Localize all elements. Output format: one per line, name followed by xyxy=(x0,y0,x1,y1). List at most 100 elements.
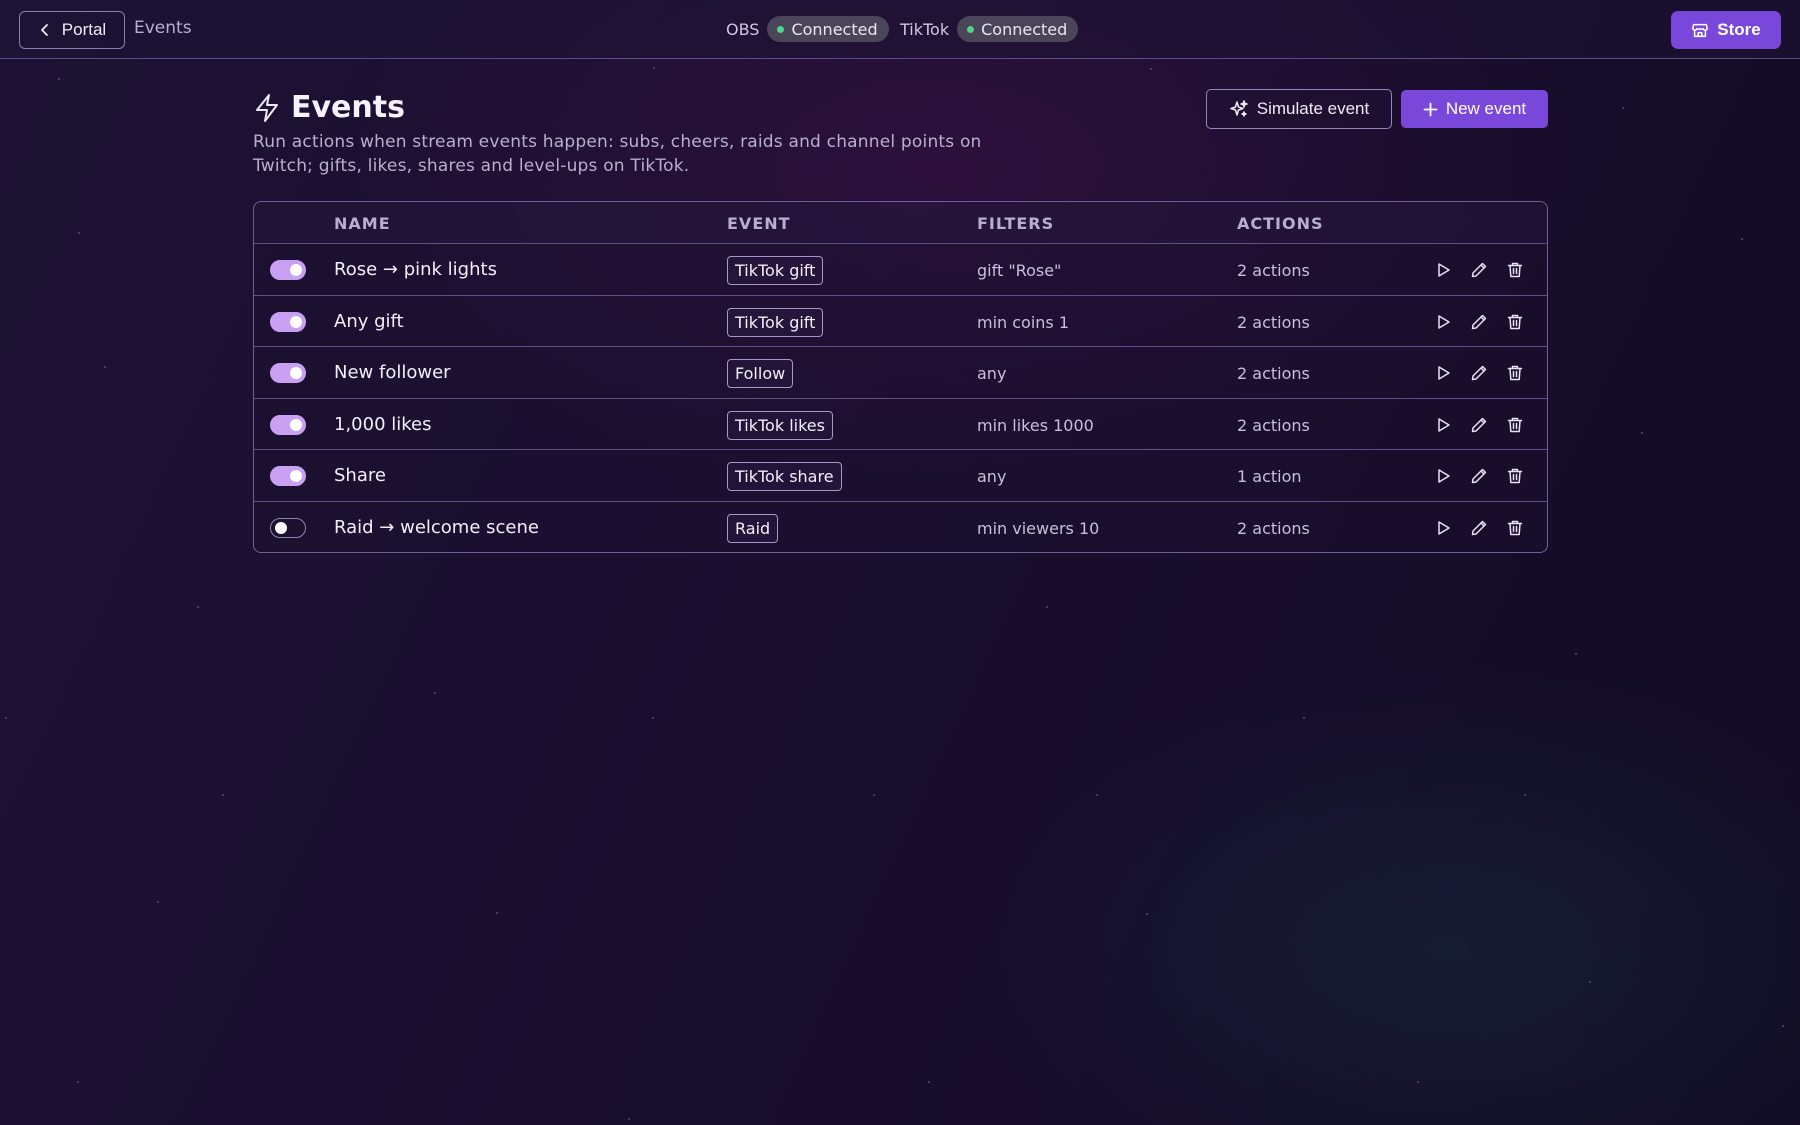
column-header-actions: ACTIONS xyxy=(1237,214,1324,233)
delete-button[interactable] xyxy=(1504,465,1526,487)
pencil-icon xyxy=(1471,314,1487,329)
page-subtitle: Run actions when stream events happen: s… xyxy=(253,132,982,176)
event-name: 1,000 likes xyxy=(334,413,432,435)
portal-back-label: Portal xyxy=(61,20,107,39)
action-count: 2 actions xyxy=(1237,518,1310,538)
new-event-label: New event xyxy=(1445,99,1527,118)
obs-status: OBS Connected xyxy=(726,16,889,42)
event-filter: min coins 1 xyxy=(977,312,1070,332)
enabled-toggle[interactable] xyxy=(270,466,306,487)
play-icon xyxy=(1438,521,1450,535)
run-button[interactable] xyxy=(1432,517,1454,539)
breadcrumb-current: Events xyxy=(134,18,192,38)
status-dot-icon xyxy=(777,25,785,33)
table-row: Any gift TikTok gift min coins 1 2 actio… xyxy=(254,296,1547,348)
toggle-knob xyxy=(290,264,302,276)
toggle-knob xyxy=(275,521,287,534)
delete-button[interactable] xyxy=(1504,259,1526,281)
obs-status-badge: Connected xyxy=(767,16,889,42)
portal-back-button[interactable]: Portal xyxy=(19,11,125,49)
plus-icon xyxy=(1423,102,1438,116)
chevron-left-icon xyxy=(40,24,48,36)
event-name: Rose → pink lights xyxy=(334,259,497,280)
event-type-badge: Raid xyxy=(727,513,779,543)
edit-button[interactable] xyxy=(1468,465,1490,487)
tiktok-status-badge: Connected xyxy=(957,16,1079,42)
enabled-toggle[interactable] xyxy=(270,311,306,332)
play-icon xyxy=(1438,263,1450,277)
event-type-badge: TikTok likes xyxy=(727,410,833,440)
store-icon xyxy=(1692,23,1709,38)
enabled-toggle[interactable] xyxy=(270,517,306,538)
event-filter: any xyxy=(977,467,1007,487)
delete-button[interactable] xyxy=(1504,414,1526,436)
delete-button[interactable] xyxy=(1504,517,1526,539)
top-bar: Portal Events OBS Connected TikTok Conne… xyxy=(0,0,1800,59)
trash-icon xyxy=(1507,365,1523,381)
event-filter: min likes 1000 xyxy=(977,415,1094,435)
enabled-toggle[interactable] xyxy=(270,363,306,384)
run-button[interactable] xyxy=(1432,414,1454,436)
status-dot-icon xyxy=(967,25,975,33)
edit-button[interactable] xyxy=(1468,362,1490,384)
obs-label: OBS xyxy=(726,19,760,39)
tiktok-status: TikTok Connected xyxy=(900,16,1079,42)
obs-status-text: Connected xyxy=(791,19,878,39)
table-header: NAME EVENT FILTERS ACTIONS xyxy=(254,202,1547,244)
toggle-knob xyxy=(290,315,302,328)
table-row: New follower Follow any 2 actions xyxy=(254,347,1547,399)
event-name: New follower xyxy=(334,362,451,384)
delete-button[interactable] xyxy=(1504,362,1526,384)
pencil-icon xyxy=(1471,262,1487,278)
edit-button[interactable] xyxy=(1468,414,1490,436)
trash-icon xyxy=(1507,262,1523,278)
event-filter: min viewers 10 xyxy=(977,518,1100,538)
lightning-icon xyxy=(256,93,278,122)
action-count: 2 actions xyxy=(1237,364,1310,384)
pencil-icon xyxy=(1471,417,1487,433)
run-button[interactable] xyxy=(1432,362,1454,384)
table-row: Raid → welcome scene Raid min viewers 10… xyxy=(254,502,1547,552)
delete-button[interactable] xyxy=(1504,311,1526,333)
sparkles-icon xyxy=(1230,100,1248,117)
events-table: NAME EVENT FILTERS ACTIONS Rose → pink l… xyxy=(253,201,1548,553)
new-event-button[interactable]: New event xyxy=(1401,90,1548,128)
pencil-icon xyxy=(1471,365,1487,381)
edit-button[interactable] xyxy=(1468,311,1490,333)
action-count: 1 action xyxy=(1237,467,1302,487)
enabled-toggle[interactable] xyxy=(270,414,306,435)
action-count: 2 actions xyxy=(1237,312,1310,332)
run-button[interactable] xyxy=(1432,465,1454,487)
event-filter: any xyxy=(977,364,1007,384)
column-header-event: EVENT xyxy=(727,214,791,233)
edit-button[interactable] xyxy=(1468,259,1490,281)
page-header: Events xyxy=(253,90,405,125)
simulate-event-button[interactable]: Simulate event xyxy=(1206,89,1392,129)
event-type-badge: TikTok gift xyxy=(727,256,824,285)
action-count: 2 actions xyxy=(1237,261,1310,280)
event-type-badge: Follow xyxy=(727,359,794,389)
toggle-knob xyxy=(290,470,302,483)
trash-icon xyxy=(1507,520,1523,536)
table-row: Share TikTok share any 1 action xyxy=(254,450,1547,502)
store-button[interactable]: Store xyxy=(1671,11,1781,49)
enabled-toggle[interactable] xyxy=(270,260,306,280)
toggle-knob xyxy=(290,418,302,431)
event-name: Any gift xyxy=(334,310,404,332)
action-count: 2 actions xyxy=(1237,415,1310,435)
column-header-filters: FILTERS xyxy=(977,214,1055,233)
event-name: Raid → welcome scene xyxy=(334,516,539,538)
event-type-badge: TikTok share xyxy=(727,462,842,492)
tiktok-status-text: Connected xyxy=(981,19,1068,39)
trash-icon xyxy=(1507,469,1523,484)
table-row: 1,000 likes TikTok likes min likes 1000 … xyxy=(254,399,1547,451)
store-label: Store xyxy=(1717,20,1761,39)
table-body: Rose → pink lights TikTok gift gift "Ros… xyxy=(254,244,1547,552)
edit-button[interactable] xyxy=(1468,517,1490,539)
play-icon xyxy=(1438,366,1450,380)
run-button[interactable] xyxy=(1432,259,1454,281)
pencil-icon xyxy=(1471,520,1487,536)
simulate-event-label: Simulate event xyxy=(1256,99,1370,118)
run-button[interactable] xyxy=(1432,311,1454,333)
pencil-icon xyxy=(1471,469,1487,484)
